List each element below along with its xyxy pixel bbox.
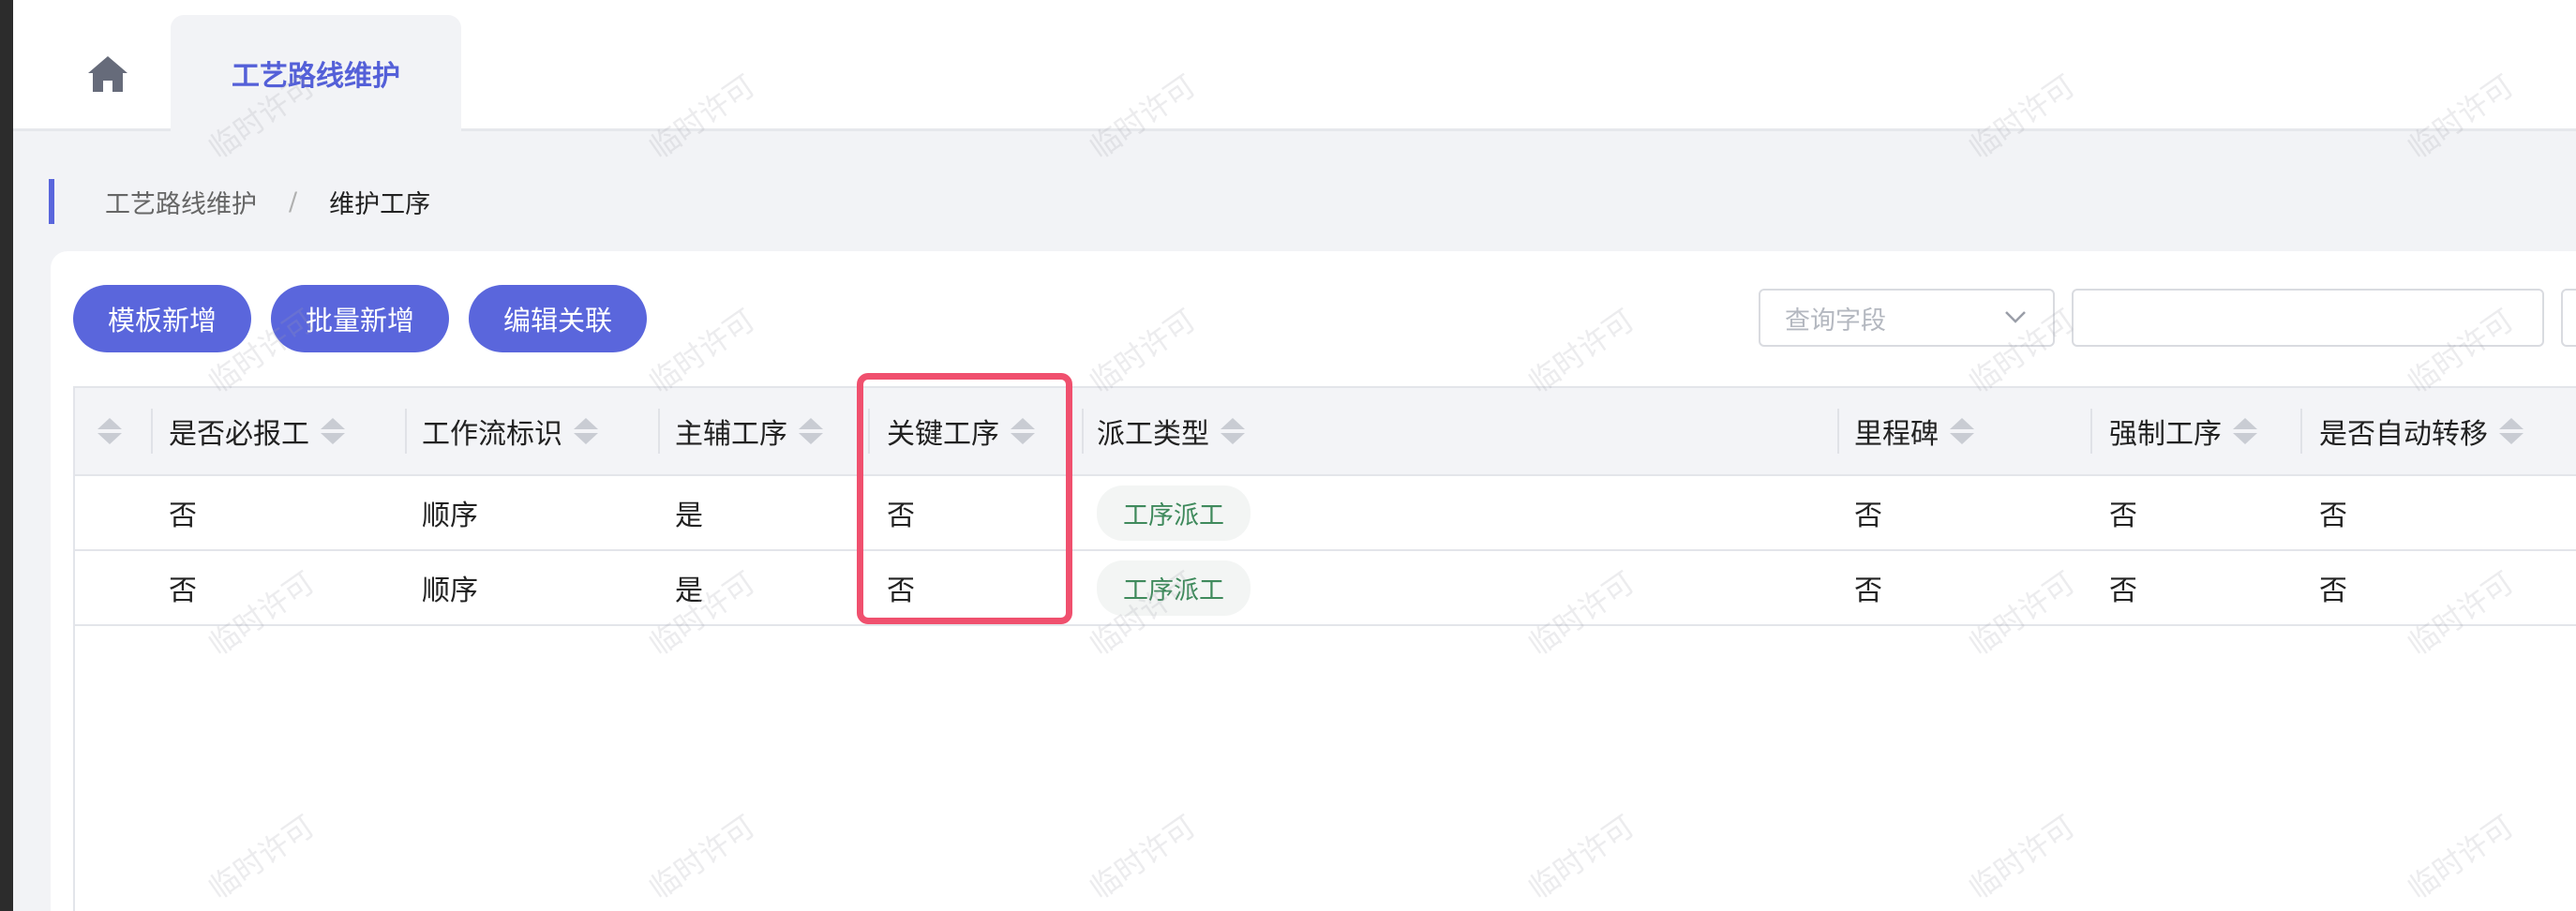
- col-label: 里程碑: [1854, 418, 1939, 451]
- tab-label: 工艺路线维护: [232, 60, 400, 93]
- dispatch-type-tag: 工序派工: [1097, 485, 1251, 541]
- template-add-button[interactable]: 模板新增: [73, 285, 251, 352]
- breadcrumb: 工艺路线维护 / 维护工序: [49, 178, 430, 225]
- sort-icon: [1221, 418, 1245, 444]
- col-label: 主辅工序: [675, 418, 787, 451]
- home-icon: [88, 56, 127, 92]
- col-label: 强制工序: [2109, 418, 2222, 451]
- search-input[interactable]: [2072, 289, 2544, 347]
- sort-icon: [97, 418, 122, 444]
- col-label: 工作流标识: [422, 418, 562, 451]
- breadcrumb-separator: /: [289, 187, 298, 217]
- col-main-aux[interactable]: 主辅工序: [675, 388, 823, 474]
- cell-key-process: 否: [887, 500, 915, 532]
- column-divider: [2300, 409, 2302, 454]
- cell-dispatch-type: 工序派工: [1097, 476, 1251, 549]
- cell-must-report: 否: [169, 500, 197, 532]
- select-column-sort[interactable]: [86, 388, 122, 474]
- cell-milestone: 否: [1854, 575, 1882, 607]
- window-edge: [0, 0, 13, 911]
- col-key-process[interactable]: 关键工序: [887, 388, 1035, 474]
- search-button[interactable]: [2561, 289, 2576, 347]
- chevron-down-icon: [2005, 311, 2026, 323]
- breadcrumb-item-route[interactable]: 工艺路线维护: [105, 184, 257, 220]
- col-workflow-flag[interactable]: 工作流标识: [422, 388, 598, 474]
- sort-icon: [1011, 418, 1035, 444]
- tab-bar: 工艺路线维护: [13, 0, 2576, 131]
- column-divider: [1837, 409, 1839, 454]
- sort-icon: [2499, 418, 2524, 444]
- column-divider: [151, 409, 153, 454]
- cell-key-process: 否: [887, 575, 915, 607]
- col-auto-transfer[interactable]: 是否自动转移: [2319, 388, 2524, 474]
- col-label: 关键工序: [887, 418, 999, 451]
- table-header: 是否必报工 工作流标识 主辅工序 关键工序 派工类型 里程碑 强制工序 是否自动…: [75, 386, 2576, 476]
- col-label: 派工类型: [1097, 418, 1209, 451]
- query-field-select[interactable]: 查询字段: [1759, 289, 2055, 347]
- cell-must-report: 否: [169, 575, 197, 607]
- sort-icon: [2233, 418, 2257, 444]
- col-label: 是否必报工: [169, 418, 309, 451]
- process-table: 是否必报工 工作流标识 主辅工序 关键工序 派工类型 里程碑 强制工序 是否自动…: [73, 386, 2576, 911]
- tab-process-route[interactable]: 工艺路线维护: [171, 15, 461, 131]
- cell-main-aux: 是: [675, 500, 703, 532]
- column-divider: [868, 409, 870, 454]
- batch-add-button[interactable]: 批量新增: [271, 285, 449, 352]
- cell-workflow-flag: 顺序: [422, 575, 478, 607]
- cell-forced-process: 否: [2109, 500, 2137, 532]
- cell-auto-transfer: 否: [2319, 575, 2347, 607]
- sort-icon: [799, 418, 823, 444]
- col-label: 是否自动转移: [2319, 418, 2488, 451]
- cell-milestone: 否: [1854, 500, 1882, 532]
- table-row[interactable]: 否 顺序 是 否 工序派工 否 否 否: [75, 476, 2576, 551]
- query-field-placeholder: 查询字段: [1785, 306, 1886, 336]
- col-forced-process[interactable]: 强制工序: [2109, 388, 2257, 474]
- column-divider: [2090, 409, 2092, 454]
- column-divider: [658, 409, 660, 454]
- sort-icon: [1950, 418, 1974, 444]
- sort-icon: [574, 418, 598, 444]
- col-dispatch-type[interactable]: 派工类型: [1097, 388, 1245, 474]
- column-divider: [405, 409, 407, 454]
- cell-auto-transfer: 否: [2319, 500, 2347, 532]
- column-divider: [1082, 409, 1084, 454]
- breadcrumb-accent: [49, 179, 54, 224]
- col-must-report[interactable]: 是否必报工: [169, 388, 345, 474]
- dispatch-type-tag: 工序派工: [1097, 560, 1251, 616]
- cell-workflow-flag: 顺序: [422, 500, 478, 532]
- home-tab[interactable]: [71, 47, 144, 101]
- col-milestone[interactable]: 里程碑: [1854, 388, 1974, 474]
- edit-link-button[interactable]: 编辑关联: [469, 285, 647, 352]
- table-row[interactable]: 否 顺序 是 否 工序派工 否 否 否: [75, 551, 2576, 626]
- cell-forced-process: 否: [2109, 575, 2137, 607]
- breadcrumb-item-current: 维护工序: [329, 189, 431, 219]
- sort-icon: [321, 418, 345, 444]
- cell-dispatch-type: 工序派工: [1097, 551, 1251, 624]
- cell-main-aux: 是: [675, 575, 703, 607]
